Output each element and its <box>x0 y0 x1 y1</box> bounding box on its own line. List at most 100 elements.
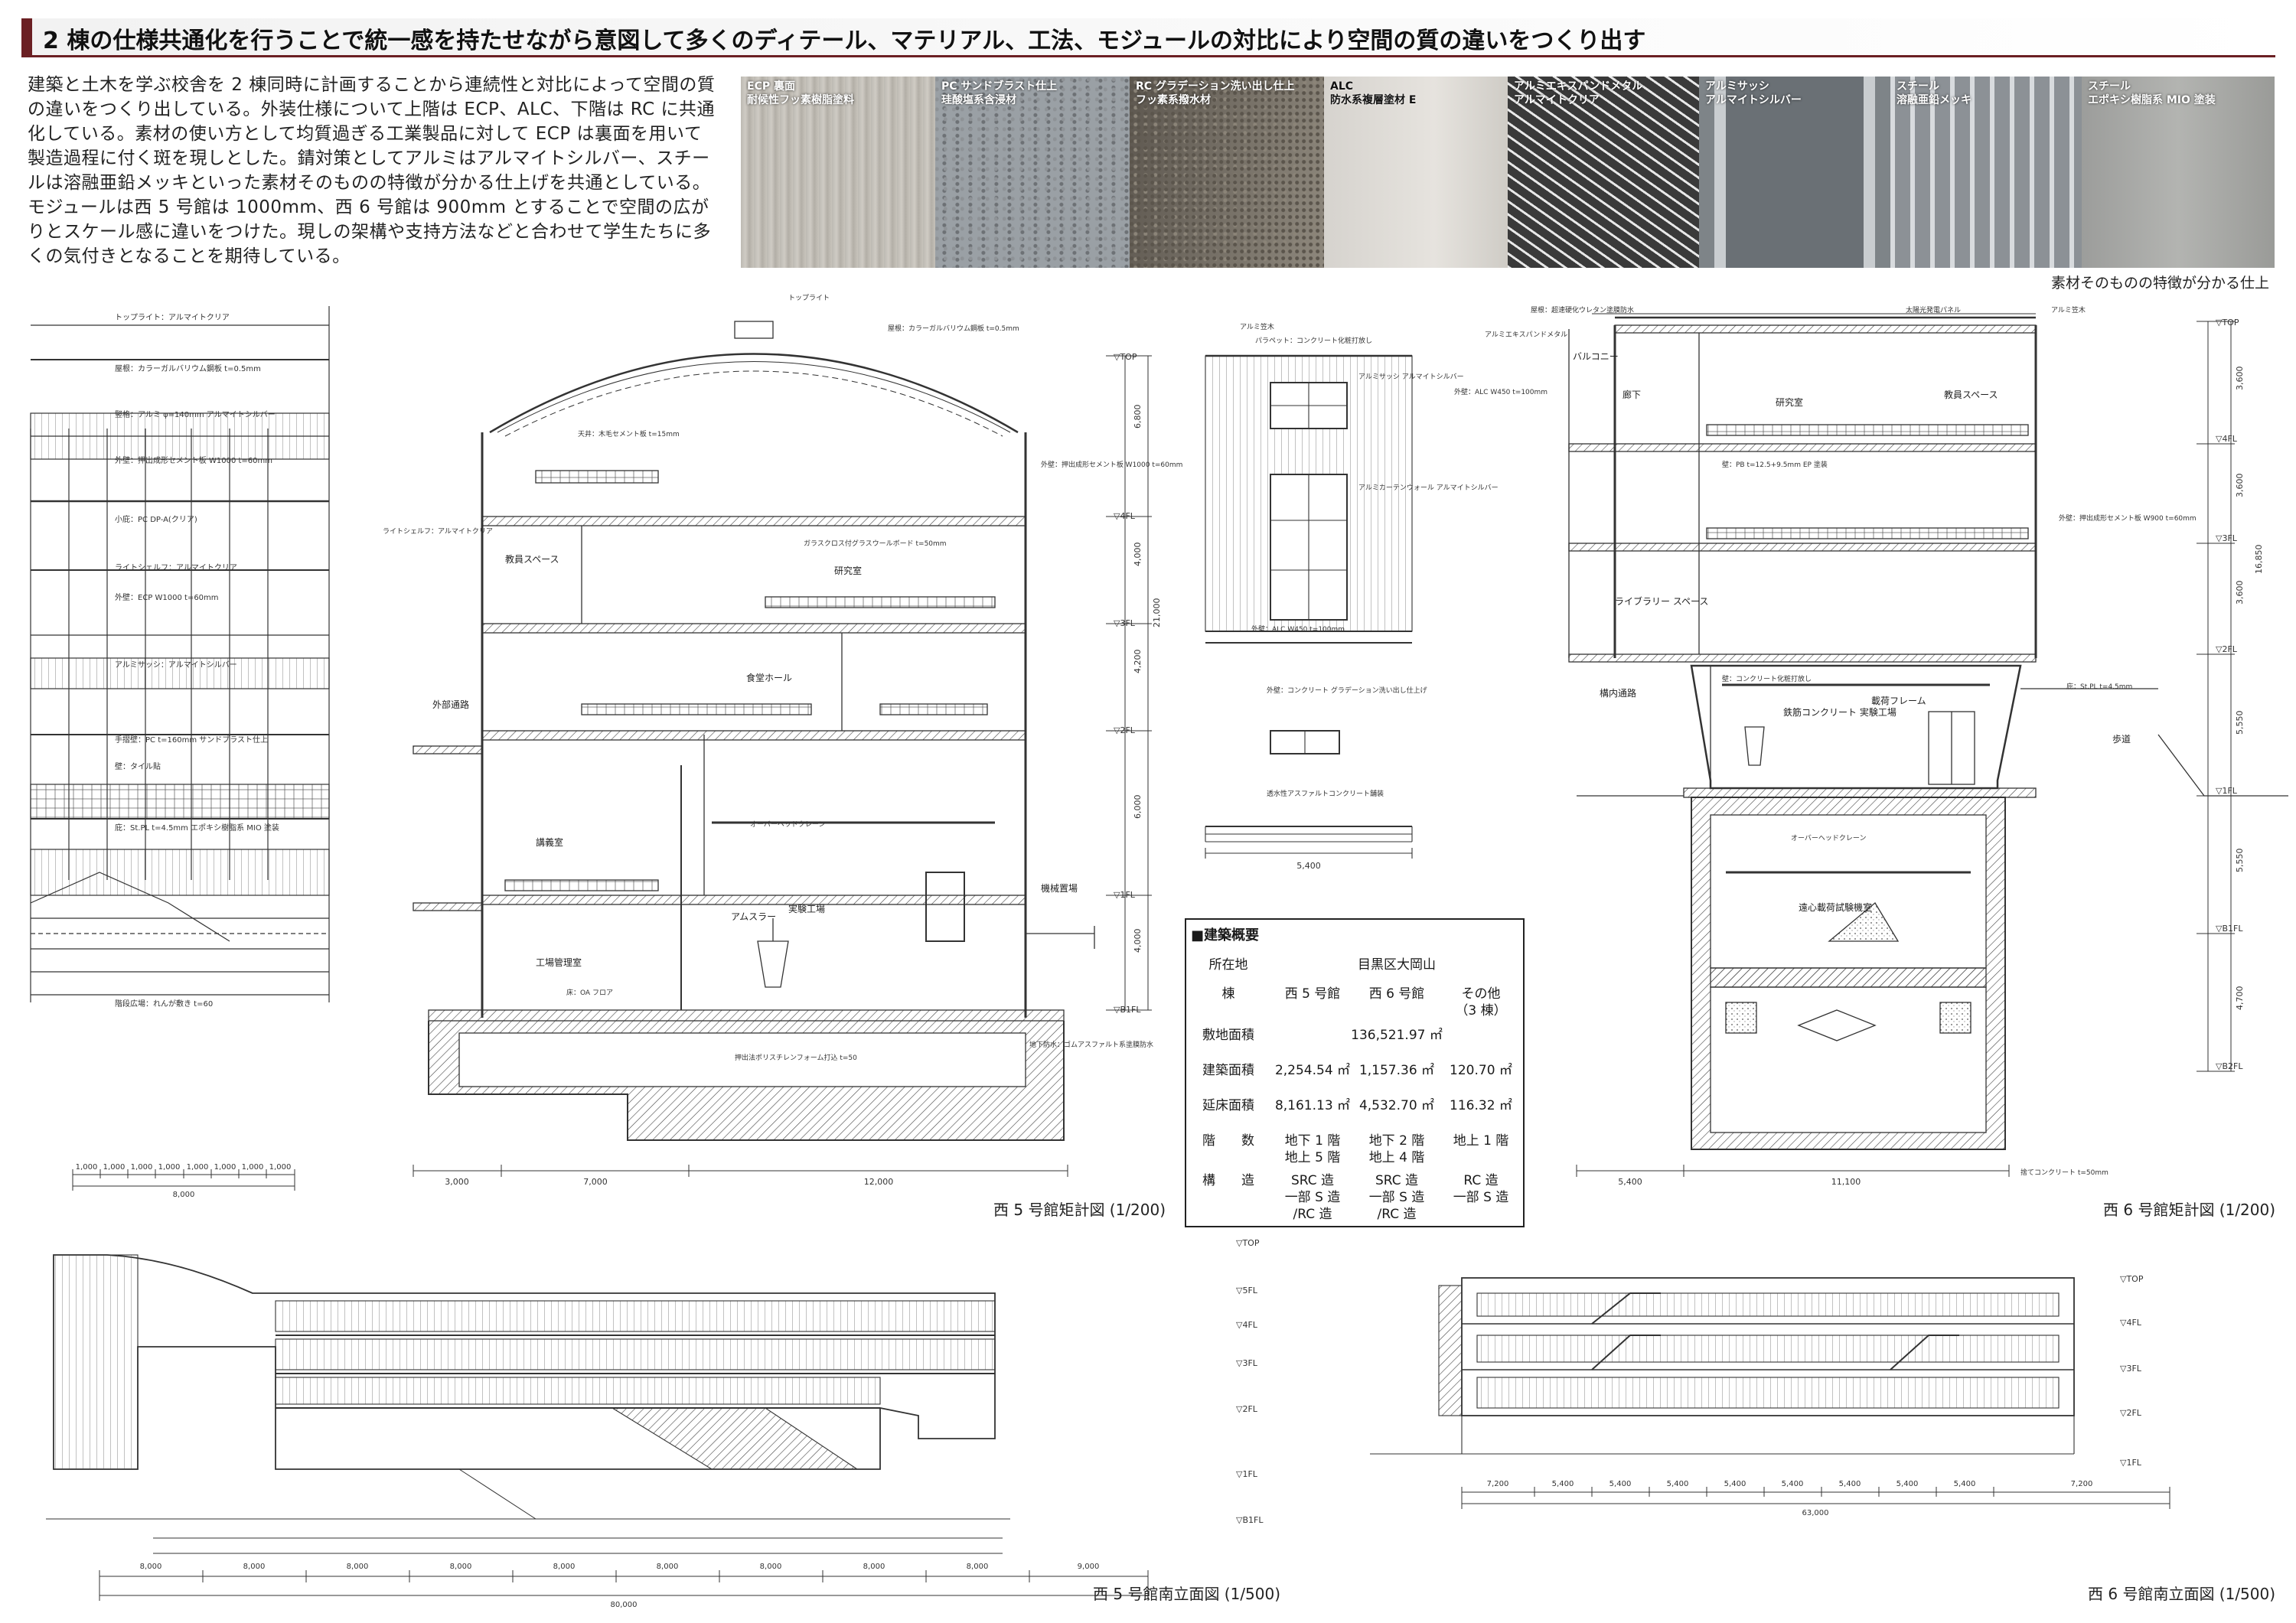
svg-text:7,200: 7,200 <box>1487 1480 1509 1488</box>
svg-text:5,400: 5,400 <box>1954 1480 1976 1488</box>
svg-text:小庇：PC DP-A(クリア): 小庇：PC DP-A(クリア) <box>115 514 197 524</box>
w6-dims <box>1576 1165 2010 1177</box>
svg-text:1,000: 1,000 <box>158 1163 181 1172</box>
svg-text:1,000: 1,000 <box>131 1163 153 1172</box>
svg-text:外部通路: 外部通路 <box>432 699 469 710</box>
svg-text:9,000: 9,000 <box>1078 1563 1100 1571</box>
svg-text:5,400: 5,400 <box>1782 1480 1804 1488</box>
w5-level-marks: ▽TOP ▽4FL ▽3FL ▽2FL ▽1FL ▽B1FL <box>1114 352 1141 1015</box>
svg-text:研究室: 研究室 <box>1776 396 1803 408</box>
svg-text:庇：St.PL t=4.5mm エポキシ樹脂系 MIO 塗装: 庇：St.PL t=4.5mm エポキシ樹脂系 MIO 塗装 <box>115 823 279 833</box>
w6-elevation-drawing <box>1370 1277 2075 1455</box>
svg-text:アルミ笠木: アルミ笠木 <box>2051 305 2086 314</box>
svg-text:ライトシェルフ：アルマイトクリア: ライトシェルフ：アルマイトクリア <box>383 527 493 536</box>
svg-text:5,400: 5,400 <box>1724 1480 1746 1488</box>
svg-text:6,800: 6,800 <box>1133 405 1143 429</box>
w5-elev-level-marks: ▽TOP ▽5FL ▽4FL ▽3FL ▽2FL ▽1FL ▽B1FL <box>1236 1238 1264 1525</box>
svg-text:1,000: 1,000 <box>214 1163 236 1172</box>
svg-text:天井：木毛セメント板 t=15mm: 天井：木毛セメント板 t=15mm <box>578 429 680 438</box>
w5-elevation-drawing <box>46 1254 1010 1554</box>
svg-text:80,000: 80,000 <box>611 1601 638 1609</box>
svg-text:アルミサッシ アルマイトシルバー: アルミサッシ アルマイトシルバー <box>1358 373 1464 381</box>
svg-text:アルミ笠木: アルミ笠木 <box>1240 322 1274 331</box>
svg-text:1,000: 1,000 <box>187 1163 209 1172</box>
svg-text:▽3FL: ▽3FL <box>2216 533 2238 543</box>
svg-text:研究室: 研究室 <box>834 565 862 576</box>
svg-text:機械置場: 機械置場 <box>1041 882 1078 894</box>
w5-dim-labels: 3,000 7,000 12,000 <box>445 1177 893 1187</box>
svg-text:工場管理室: 工場管理室 <box>536 957 582 968</box>
w5-dims <box>413 1165 1068 1177</box>
w5-level-heights: 6,800 4,000 4,200 6,000 4,000 21,000 <box>1133 405 1162 953</box>
w6-level-marks: ▽TOP ▽4FL ▽3FL ▽2FL ▽1FL ▽B1FL ▽B2FL <box>2216 318 2243 1071</box>
svg-text:壁：PB t=12.5+9.5mm EP 塗装: 壁：PB t=12.5+9.5mm EP 塗装 <box>1722 460 1828 469</box>
svg-text:4,000: 4,000 <box>1133 543 1143 567</box>
svg-text:アルミエキスパンドメタル: アルミエキスパンドメタル <box>1485 331 1567 339</box>
w5-rooms: 教員スペース 研究室 食堂ホール 講義室 工場管理室 実験工場 アムスラー 外部… <box>432 553 1078 968</box>
svg-text:壁：タイル貼: 壁：タイル貼 <box>115 761 161 771</box>
w6-elev-dims <box>1461 1487 2170 1509</box>
svg-text:屋根：超速硬化ウレタン塗膜防水: 屋根：超速硬化ウレタン塗膜防水 <box>1531 305 1634 314</box>
svg-text:外壁：ECP W1000 t=60mm: 外壁：ECP W1000 t=60mm <box>115 592 219 602</box>
svg-text:▽B1FL: ▽B1FL <box>2216 924 2243 934</box>
wall-detail-dimensions <box>72 1169 295 1191</box>
svg-text:廊下: 廊下 <box>1623 389 1641 400</box>
w6-level-heights: 3,600 3,600 3,600 5,550 5,550 4,700 16,8… <box>2235 367 2264 1011</box>
svg-text:透水性アスファルトコンクリート舗装: 透水性アスファルトコンクリート舗装 <box>1267 789 1384 798</box>
drawings: トップライト：アルマイトクリア 屋根：カラーガルバリウム鋼板 t=0.5mm 竪… <box>30 294 2288 1609</box>
svg-text:屋根：カラーガルバリウム鋼板 t=0.5mm: 屋根：カラーガルバリウム鋼板 t=0.5mm <box>115 363 261 373</box>
svg-text:教員スペース: 教員スペース <box>505 553 559 565</box>
w5-elev-dim-labels: 8,000 8,000 8,000 8,000 8,000 8,000 8,00… <box>140 1563 1100 1609</box>
svg-text:講義室: 講義室 <box>536 836 563 848</box>
svg-text:▽TOP: ▽TOP <box>1236 1238 1260 1248</box>
w5-elev-dims <box>99 1570 1149 1601</box>
svg-text:12,000: 12,000 <box>864 1177 894 1187</box>
svg-text:5,400: 5,400 <box>1552 1480 1574 1488</box>
svg-text:ガラスクロス付グラスウールボード t=50mm: ガラスクロス付グラスウールボード t=50mm <box>804 539 947 548</box>
svg-text:外壁：押出成形セメント板 W1000 t=60mm: 外壁：押出成形セメント板 W1000 t=60mm <box>115 455 272 465</box>
svg-text:8,000: 8,000 <box>173 1191 195 1199</box>
svg-text:5,400: 5,400 <box>1609 1480 1632 1488</box>
svg-text:1,000: 1,000 <box>269 1163 292 1172</box>
svg-text:トップライト：アルマイトクリア: トップライト：アルマイトクリア <box>115 313 230 322</box>
svg-text:8,000: 8,000 <box>140 1563 162 1571</box>
svg-text:竪格：アルミ φ=140mm アルマイトシルバー: 竪格：アルミ φ=140mm アルマイトシルバー <box>115 409 276 419</box>
svg-text:5,400: 5,400 <box>1618 1177 1642 1187</box>
svg-text:壁：コンクリート化粧打放し: 壁：コンクリート化粧打放し <box>1722 674 1812 683</box>
w5-elevation-caption: 西 5 号館南立面図 (1/500) <box>1093 1585 1281 1603</box>
svg-text:載荷フレーム: 載荷フレーム <box>1871 696 1926 706</box>
svg-text:パラペット：コンクリート化粧打放し: パラペット：コンクリート化粧打放し <box>1255 336 1372 345</box>
svg-text:手摺壁：PC t=160mm サンドブラスト仕上: 手摺壁：PC t=160mm サンドブラスト仕上 <box>115 735 268 745</box>
svg-text:4,200: 4,200 <box>1133 650 1143 674</box>
svg-text:3,600: 3,600 <box>2235 474 2245 498</box>
svg-text:歩道: 歩道 <box>2112 733 2131 745</box>
svg-text:3,600: 3,600 <box>2235 581 2245 605</box>
svg-text:構内通路: 構内通路 <box>1600 687 1636 699</box>
svg-text:アルミカーテンウォール アルマイトシルバー: アルミカーテンウォール アルマイトシルバー <box>1358 484 1499 492</box>
svg-text:8,000: 8,000 <box>657 1563 679 1571</box>
w5-section-caption: 西 5 号館矩計図 (1/200) <box>993 1201 1166 1219</box>
w5-section-drawing <box>413 321 1095 1141</box>
svg-text:食堂ホール: 食堂ホール <box>746 672 792 683</box>
svg-text:トップライト: トップライト <box>788 294 830 302</box>
svg-text:▽TOP: ▽TOP <box>2120 1274 2144 1284</box>
svg-text:押出法ポリスチレンフォーム打込 t=50: 押出法ポリスチレンフォーム打込 t=50 <box>735 1053 857 1062</box>
svg-text:外壁：押出成形セメント板 W900 t=60mm: 外壁：押出成形セメント板 W900 t=60mm <box>2059 513 2197 523</box>
svg-text:アルミサッシ：アルマイトシルバー: アルミサッシ：アルマイトシルバー <box>115 660 237 670</box>
svg-text:捨てコンクリート t=50mm: 捨てコンクリート t=50mm <box>2020 1168 2108 1177</box>
svg-text:▽B1FL: ▽B1FL <box>1236 1515 1264 1525</box>
w6-elev-dim-labels: 7,200 5,400 5,400 5,400 5,400 5,400 5,40… <box>1487 1480 2093 1517</box>
svg-text:▽1FL: ▽1FL <box>2216 786 2238 796</box>
svg-text:▽1FL: ▽1FL <box>2120 1458 2142 1468</box>
svg-text:63,000: 63,000 <box>1802 1509 1829 1517</box>
svg-text:1,000: 1,000 <box>103 1163 126 1172</box>
svg-text:5,550: 5,550 <box>2235 711 2245 735</box>
svg-text:階段広場：れんが敷き t=60: 階段広場：れんが敷き t=60 <box>115 999 213 1009</box>
svg-text:地下防水：ゴムアスファルト系塗膜防水: 地下防水：ゴムアスファルト系塗膜防水 <box>1029 1040 1153 1049</box>
svg-text:1,000: 1,000 <box>242 1163 264 1172</box>
svg-text:▽2FL: ▽2FL <box>1236 1404 1258 1414</box>
svg-text:4,000: 4,000 <box>1133 929 1143 953</box>
svg-text:外壁：ALC W450 t=100mm: 外壁：ALC W450 t=100mm <box>1454 387 1548 396</box>
svg-text:バルコニー: バルコニー <box>1573 351 1619 362</box>
svg-text:8,000: 8,000 <box>450 1563 472 1571</box>
